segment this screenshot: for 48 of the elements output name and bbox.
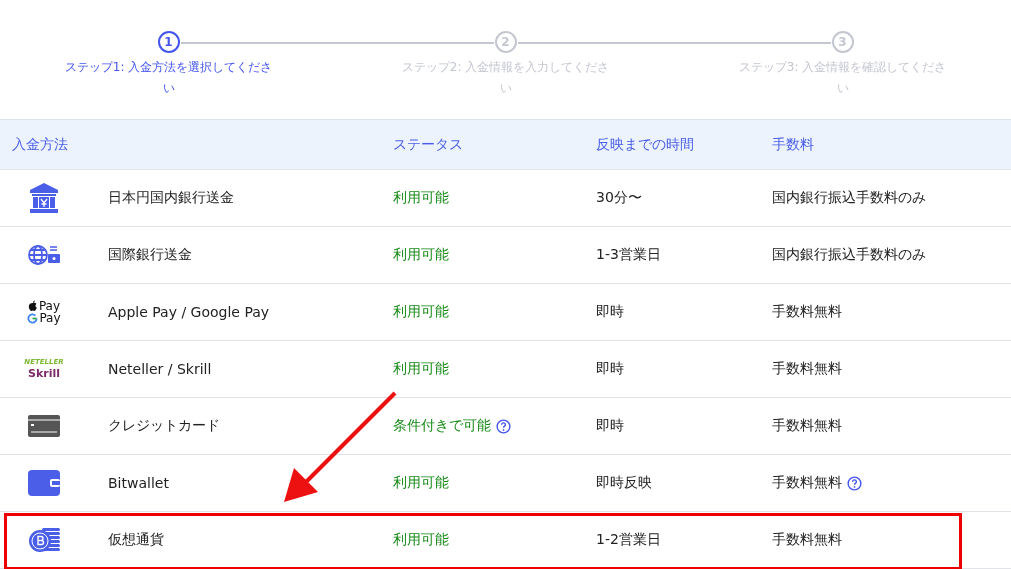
fee-text: 手数料無料 <box>772 303 842 321</box>
wallet-icon <box>28 470 60 496</box>
time-text: 1-3営業日 <box>596 246 662 264</box>
column-header: 手数料 <box>772 135 815 154</box>
status-text: 利用可能 <box>393 360 449 378</box>
column-header: 反映までの時間 <box>596 135 695 154</box>
method-name: クレジットカード <box>108 417 221 435</box>
time-text: 即時 <box>596 360 625 378</box>
fee-text: 国内銀行振込手数料のみ <box>772 246 926 264</box>
method-name: 国際銀行送金 <box>108 246 193 264</box>
logo-text: Pay <box>39 312 61 324</box>
time-text: 即時 <box>596 417 625 435</box>
method-name: Neteller / Skrill <box>108 361 213 377</box>
help-icon[interactable] <box>847 475 862 491</box>
status-text: 利用可能 <box>393 189 449 207</box>
status-text: 条件付きで可能 <box>393 417 491 435</box>
method-name: Bitwallet <box>108 475 170 491</box>
fee-text: 手数料無料 <box>772 531 842 549</box>
time-text: 即時反映 <box>596 474 653 492</box>
logo-text: Pay <box>38 300 61 312</box>
g-logo-icon <box>27 312 39 324</box>
apple-logo-icon <box>27 300 38 312</box>
help-icon[interactable] <box>496 418 511 434</box>
bank-icon <box>28 182 60 214</box>
column-header: ステータス <box>393 135 464 154</box>
status-text: 利用可能 <box>393 303 449 321</box>
credit-card-icon <box>28 415 60 437</box>
fee-text: 手数料無料 <box>772 474 842 492</box>
fee-text: 手数料無料 <box>772 360 842 378</box>
step-label: ステップ1: 入金方法を選択してください <box>63 59 274 97</box>
time-text: 1-2営業日 <box>596 531 662 549</box>
time-text: 30分〜 <box>596 189 643 207</box>
method-name: 仮想通貨 <box>108 531 165 549</box>
column-header: 入金方法 <box>11 135 69 154</box>
fee-text: 手数料無料 <box>772 417 842 435</box>
logo-text: Skrill <box>28 368 60 379</box>
status-text: 利用可能 <box>393 531 449 549</box>
coin-stack-icon <box>28 527 60 553</box>
method-name: Apple Pay / Google Pay <box>108 304 271 320</box>
globe-card-icon <box>28 243 60 267</box>
step-circle: 3 <box>831 31 854 53</box>
status-text: 利用可能 <box>393 246 449 264</box>
time-text: 即時 <box>596 303 625 321</box>
step-circle: 2 <box>494 31 517 53</box>
step-circle: 1 <box>157 31 180 53</box>
fee-text: 国内銀行振込手数料のみ <box>772 189 926 207</box>
status-text: 利用可能 <box>393 474 449 492</box>
method-name: 日本円国内銀行送金 <box>108 189 235 207</box>
